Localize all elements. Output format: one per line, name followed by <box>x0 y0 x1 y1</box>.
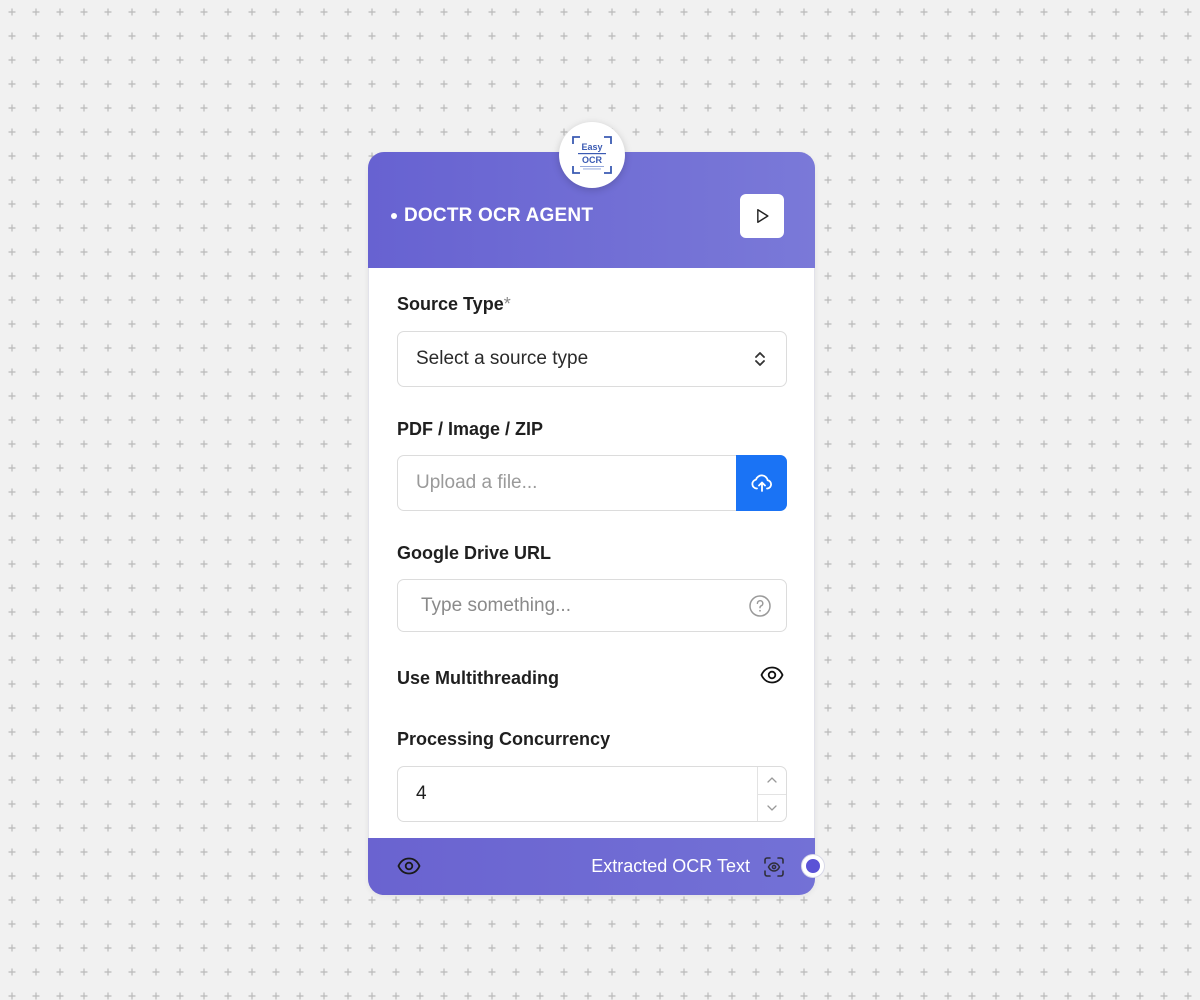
easyocr-logo-icon: Easy OCR <box>572 136 612 174</box>
increment-button[interactable] <box>758 767 786 795</box>
file-upload-label: PDF / Image / ZIP <box>397 419 544 439</box>
concurrency-stepper <box>757 767 786 821</box>
logo-text-line2: OCR <box>582 155 603 165</box>
drive-url-input[interactable] <box>398 594 748 617</box>
source-type-label: Source Type* <box>397 294 511 315</box>
ocr-agent-node[interactable]: Easy OCR DOCTR OCR AGENT Source Type* Se… <box>368 122 824 895</box>
easyocr-logo: Easy OCR <box>559 122 625 188</box>
concurrency-value: 4 <box>416 783 427 804</box>
drive-url-label: Google Drive URL <box>397 543 552 563</box>
cloud-upload-icon <box>750 474 772 492</box>
file-upload-field <box>397 455 787 511</box>
chevron-down-icon <box>767 805 777 811</box>
chevron-up-icon <box>767 777 777 783</box>
concurrency-label: Processing Concurrency <box>397 729 611 749</box>
multithreading-visibility-toggle[interactable] <box>760 665 784 685</box>
upload-button[interactable] <box>736 455 787 511</box>
required-mark: * <box>503 294 511 314</box>
scan-face-icon <box>764 857 784 877</box>
eye-icon <box>397 857 421 875</box>
source-type-value: Select a source type <box>416 348 589 369</box>
run-button[interactable] <box>740 194 784 238</box>
node-title: DOCTR OCR AGENT <box>391 205 593 227</box>
eye-icon <box>760 666 784 684</box>
logo-text-line1: Easy <box>581 142 602 152</box>
source-type-label-text: Source Type <box>397 294 504 314</box>
node-title-text: DOCTR OCR AGENT <box>404 205 594 226</box>
node-footer: Extracted OCR Text <box>368 838 824 895</box>
play-icon <box>757 209 769 223</box>
source-type-select[interactable]: Select a source type <box>397 331 787 387</box>
output-label: Extracted OCR Text <box>591 856 750 876</box>
multithreading-label: Use Multithreading <box>397 668 560 688</box>
output-visibility-toggle[interactable] <box>397 856 421 876</box>
help-button[interactable] <box>748 594 772 618</box>
output-scan <box>762 855 786 879</box>
decrement-button[interactable] <box>758 795 786 822</box>
drive-url-field <box>397 579 787 632</box>
title-bullet <box>391 213 397 219</box>
chevron-up-down-icon <box>755 352 765 366</box>
file-upload-input[interactable] <box>398 456 736 510</box>
output-connection-handle[interactable] <box>802 855 824 877</box>
concurrency-input[interactable]: 4 <box>397 766 787 822</box>
help-circle-icon <box>749 594 771 617</box>
